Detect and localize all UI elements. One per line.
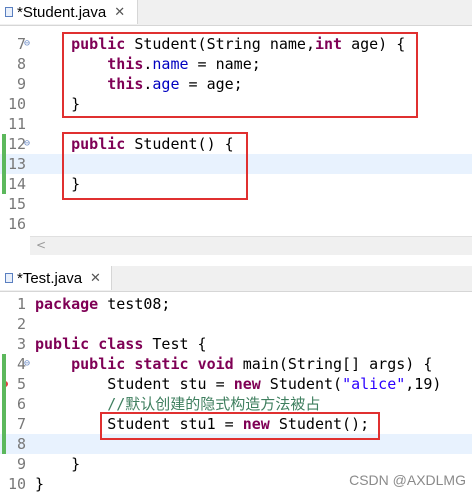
line-number: 8 [16,55,26,73]
change-marker [2,354,6,454]
code-text: } [35,475,45,493]
line-number: 11 [7,115,26,133]
horizontal-scrollbar[interactable]: < [30,236,472,255]
java-file-icon [4,6,14,18]
code-line[interactable]: 9 } [0,454,472,474]
line-number: 16 [7,215,26,233]
tab-student-java[interactable]: *Student.java ✕ [0,0,138,24]
code-line[interactable]: 3 public class Test { [0,334,472,354]
code-text: //默认创建的隐式构造方法被占 [107,395,321,413]
line-number: 15 [7,195,26,213]
test-java-editor[interactable]: 1 package test08; 2 3 public class Test {4 ⊖ … [0,294,472,498]
tab-title: *Test.java [17,269,83,287]
tab-title: *Student.java [17,3,107,21]
code-text: package test08; [35,295,171,313]
line-number: 9 [16,75,26,93]
line-number: 1 [16,295,26,313]
code-text: Student stu = new Student("alice",19) [35,375,442,393]
code-line[interactable]: 5 Student stu = new Student("alice",19) [0,374,472,394]
line-number: 10 [7,95,26,113]
code-line[interactable]: 4 ⊖ public static void main(String[] args… [0,354,472,374]
editor2-tabbar: *Test.java ✕ [0,266,472,292]
scroll-left-arrow-icon[interactable]: < [36,238,46,252]
watermark: CSDN @AXDLMG [349,472,466,488]
fold-toggle-icon[interactable]: ⊖ [24,354,30,374]
line-number: 2 [16,315,26,333]
line-number: 9 [16,455,26,473]
line-number: 7 [16,35,26,53]
code-text: public static void main(String[] args) { [71,355,433,373]
line-number: 3 [16,335,26,353]
annotation-box-default-constructor [62,132,248,200]
fold-toggle-icon[interactable]: ⊖ [24,34,30,54]
tab-test-java[interactable]: *Test.java ✕ [0,266,112,290]
line-number: 10 [7,475,26,493]
code-line[interactable]: 2 [0,314,472,334]
annotation-box-new-student-call [100,412,380,440]
change-marker [2,134,6,194]
code-line[interactable]: 16 [0,214,472,234]
close-icon[interactable]: ✕ [90,270,101,286]
fold-toggle-icon[interactable]: ⊖ [24,134,30,154]
code-line[interactable]: 1 package test08; [0,294,472,314]
java-file-icon [4,272,14,284]
code-line[interactable]: 6 //默认创建的隐式构造方法被占 [0,394,472,414]
code-text: } [35,455,81,473]
close-icon[interactable]: ✕ [114,4,125,20]
editor1-tabbar: *Student.java ✕ [0,0,472,26]
code-text: public class Test { [35,335,207,353]
annotation-box-param-constructor [62,32,418,118]
